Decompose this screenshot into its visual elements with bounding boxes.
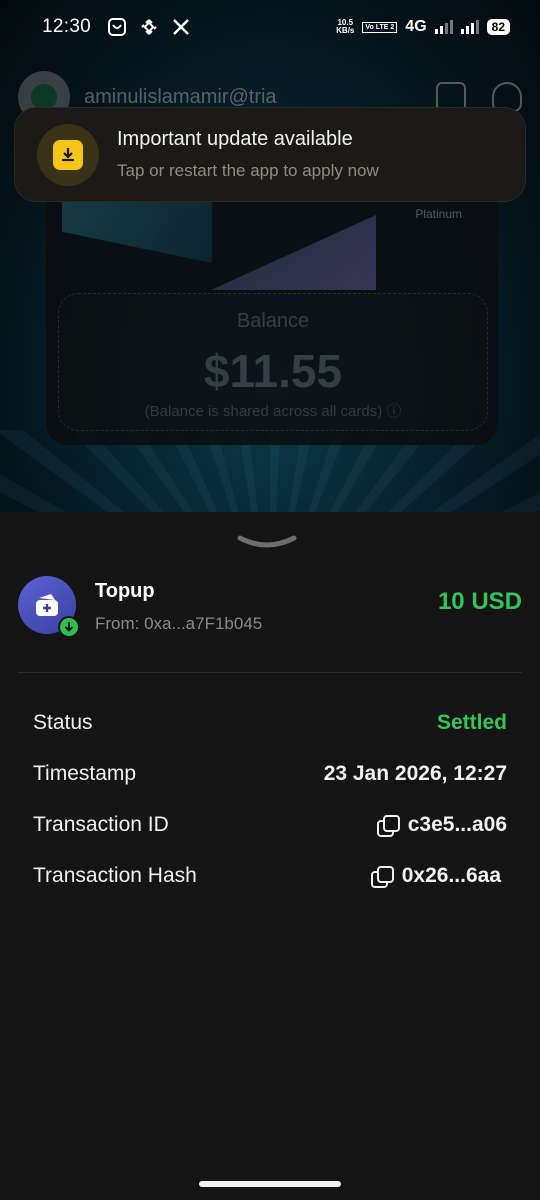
balance-label: Balance bbox=[236, 310, 310, 332]
detail-label: Transaction ID bbox=[33, 813, 169, 836]
chevron-down-icon[interactable] bbox=[236, 532, 298, 550]
status-bar: 12:30 10.5 KB/s Vo LTE 2 4G 82 bbox=[0, 0, 540, 54]
copy-icon[interactable] bbox=[370, 865, 394, 888]
update-toast[interactable]: Important update available Tap or restar… bbox=[14, 107, 526, 202]
copy-icon[interactable] bbox=[376, 814, 400, 837]
detail-label: Status bbox=[33, 711, 93, 734]
toast-subtitle: Tap or restart the app to apply now bbox=[117, 161, 379, 180]
network-speed: 10.5 KB/s bbox=[336, 19, 354, 35]
transaction-hash-text: 0x26...6aa bbox=[401, 864, 501, 887]
x-icon bbox=[171, 17, 191, 37]
detail-label: Transaction Hash bbox=[33, 864, 197, 887]
divider bbox=[18, 672, 522, 673]
network-type: 4G bbox=[405, 18, 427, 35]
detail-row-transaction-hash: Transaction Hash 0x26...6aa bbox=[33, 861, 507, 891]
card-tier: Platinum bbox=[415, 207, 462, 221]
background-app: aminulislamamir@tria Platinum Balance $1… bbox=[0, 0, 540, 512]
signal-1-icon bbox=[434, 20, 453, 34]
signal-2-icon bbox=[460, 20, 479, 34]
balance-value: $11.55 bbox=[203, 345, 343, 397]
notification-icons bbox=[107, 17, 191, 37]
transaction-title: Topup bbox=[95, 580, 155, 602]
tria-app-icon bbox=[107, 17, 127, 37]
download-icon bbox=[53, 139, 83, 170]
detail-row-status: Status Settled bbox=[33, 708, 507, 738]
transaction-sheet: Topup From: 0xa...a7F1b045 10 USD Status… bbox=[0, 512, 540, 1200]
volte-icon: Vo LTE 2 bbox=[362, 21, 398, 33]
toast-icon-wrap bbox=[37, 123, 99, 186]
transaction-hash-value[interactable]: 0x26...6aa bbox=[370, 864, 501, 888]
binance-icon bbox=[139, 17, 159, 37]
status-value: Settled bbox=[436, 711, 507, 734]
timestamp-value: 23 Jan 2026, 12:27 bbox=[323, 762, 507, 785]
transaction-id-value[interactable]: c3e5...a06 bbox=[376, 813, 507, 837]
battery-icon: 82 bbox=[486, 19, 510, 35]
detail-label: Timestamp bbox=[33, 762, 137, 785]
toast-text: Important update available Tap or restar… bbox=[117, 128, 379, 181]
balance-box: Balance $11.55 (Balance is shared across… bbox=[58, 293, 488, 431]
card-art-shape bbox=[211, 215, 376, 290]
status-right: 10.5 KB/s Vo LTE 2 4G 82 bbox=[336, 18, 510, 36]
transaction-header: Topup From: 0xa...a7F1b045 10 USD bbox=[18, 576, 522, 640]
detail-row-timestamp: Timestamp 23 Jan 2026, 12:27 bbox=[33, 759, 507, 789]
network-speed-unit: KB/s bbox=[336, 26, 355, 35]
card-display: Platinum Balance $11.55 (Balance is shar… bbox=[46, 185, 498, 445]
toast-title: Important update available bbox=[117, 128, 353, 150]
incoming-arrow-icon bbox=[58, 616, 80, 638]
transaction-amount: 10 USD bbox=[437, 588, 522, 615]
balance-note: (Balance is shared across all cards) ⓘ bbox=[144, 403, 402, 420]
home-indicator[interactable] bbox=[199, 1181, 341, 1187]
detail-row-transaction-id: Transaction ID c3e5...a06 bbox=[33, 810, 507, 840]
transaction-id-text: c3e5...a06 bbox=[407, 813, 507, 836]
user-email: aminulislamamir@tria bbox=[84, 85, 277, 108]
status-time: 12:30 bbox=[42, 16, 92, 37]
transaction-from: From: 0xa...a7F1b045 bbox=[95, 614, 263, 633]
